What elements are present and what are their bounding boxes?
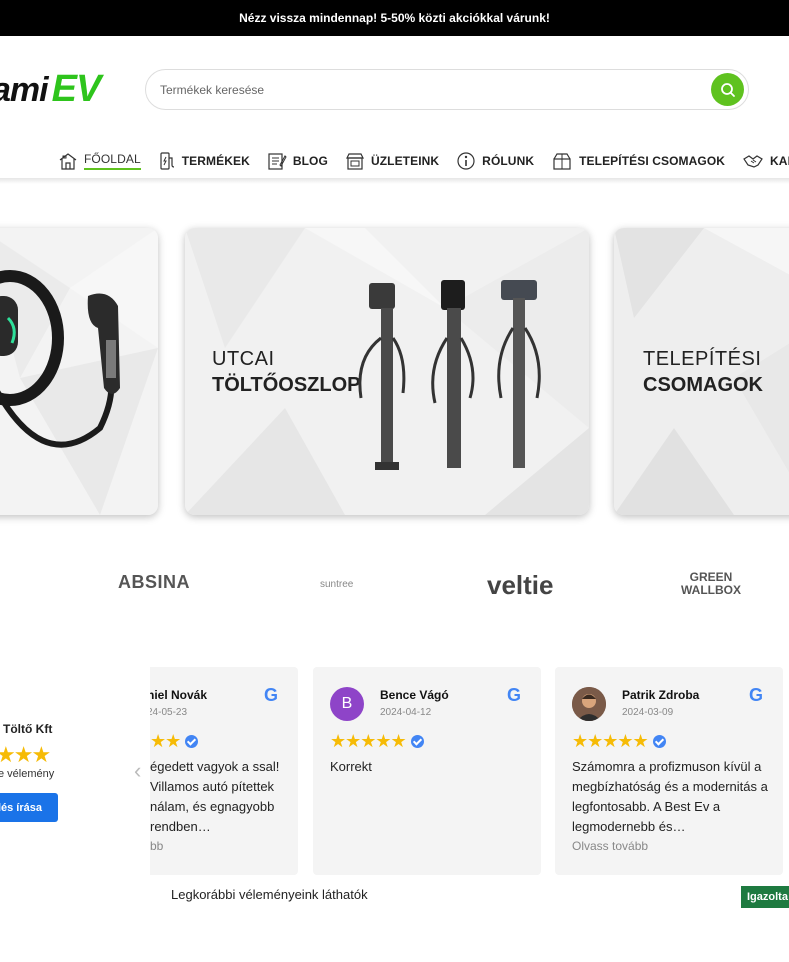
nav-item-contact[interactable]: KAPCSOLAT [742, 151, 789, 171]
reviewer-name: Bence Vágó [380, 688, 449, 702]
verified-check-icon [652, 735, 666, 748]
review-carousel: niel Novák 24-05-23 G ★★ égedett vagyok … [150, 667, 789, 875]
promo-text: Nézz vissza mindennap! 5-50% közti akció… [239, 11, 550, 25]
verified-check-icon [410, 735, 424, 748]
nav-label: TERMÉKEK [181, 154, 250, 168]
nav-label: TELEPÍTÉSI CSOMAGOK [579, 154, 726, 168]
store-icon [345, 153, 364, 170]
review-stars: ★★★★★ [330, 731, 424, 752]
banner-line2: TÖLTŐOSZLOP [212, 374, 361, 396]
reviewer-name: niel Novák [150, 688, 208, 702]
review-text: égedett vagyok a ssal! Villamos autó pít… [150, 759, 280, 834]
info-icon [457, 152, 475, 170]
street-charger-image [358, 280, 541, 470]
nav-item-home[interactable]: FŐOLDAL [58, 151, 141, 171]
chevron-left-icon[interactable]: ‹ [134, 758, 141, 784]
main-nav: FŐOLDAL TERMÉKEK BLOG ÜZLETEINK RÓLUNK T… [58, 150, 789, 172]
brand-suntree: suntree [320, 579, 354, 590]
nav-label: FŐOLDAL [84, 152, 141, 170]
review-date: 2024-04-12 [380, 707, 432, 718]
review-count: e vélemény [0, 768, 55, 780]
banner-title: UTCAI TÖLTŐOSZLOP [212, 346, 361, 398]
review-text: Számomra a profizmuson kívül a megbízhat… [572, 759, 768, 834]
banner-line2: CSOMAGOK [643, 374, 763, 396]
nav-label: KAPCSOLAT [770, 154, 789, 168]
avatar-photo [572, 687, 606, 721]
write-review-button[interactable]: lés írása [0, 793, 58, 822]
banner-title: TELEPÍTÉSI CSOMAGOK [643, 346, 763, 398]
reviews-footnote: Legkorábbi véleményeink láthatók [171, 887, 368, 902]
review-stars: ★★ [150, 731, 199, 752]
google-icon: G [263, 685, 278, 705]
stars-text: ★★ [150, 731, 181, 751]
review-text: Korrekt [330, 759, 372, 774]
nav-item-blog[interactable]: BLOG [267, 151, 328, 171]
stars-text: ★★★★★ [330, 731, 407, 751]
nav-item-stores[interactable]: ÜZLETEINK [345, 151, 439, 171]
blog-icon [268, 153, 287, 170]
search-icon [720, 82, 735, 97]
review-date: 2024-03-09 [622, 707, 674, 718]
home-icon [59, 153, 77, 170]
brand-green-wallbox: GREEN WALLBOX [676, 571, 746, 597]
charger-icon [160, 152, 174, 170]
reviewer-name: Patrik Zdroba [622, 688, 700, 702]
review-stars: ★★★★★ [572, 731, 666, 752]
logo-word: ami [0, 71, 49, 109]
nav-item-products[interactable]: TERMÉKEK [158, 151, 250, 171]
nav-label: ÜZLETEINK [370, 154, 440, 168]
review-card: niel Novák 24-05-23 G ★★ égedett vagyok … [150, 667, 298, 875]
search-button[interactable] [711, 73, 744, 106]
google-icon: G [506, 685, 521, 705]
search-bar [145, 69, 749, 110]
review-card: Patrik Zdroba 2024-03-09 G ★★★★★ Számomr… [555, 667, 783, 875]
google-icon: G [748, 685, 763, 705]
stars-text: ★★★★★ [572, 731, 649, 751]
avatar: B [330, 687, 364, 721]
banner-line1: TELEPÍTÉSI [643, 348, 762, 370]
banner-street-charger[interactable]: UTCAI TÖLTŐOSZLOP [185, 228, 589, 515]
summary-stars: ★★★ [0, 742, 51, 767]
read-more-link[interactable]: Olvass tovább [572, 839, 648, 853]
nav-item-about[interactable]: RÓLUNK [456, 151, 534, 171]
read-more-link[interactable]: bb [150, 839, 163, 853]
brand-wallbox-text: WALLBOX [681, 583, 741, 597]
logo[interactable]: amiEV [0, 68, 102, 111]
promo-bar: Nézz vissza mindennap! 5-50% közti akció… [0, 0, 789, 36]
review-date: 24-05-23 [150, 707, 188, 718]
brand-veltie: veltie [487, 570, 554, 600]
nav-divider [0, 178, 789, 184]
page: Nézz vissza mindennap! 5-50% közti akció… [0, 0, 789, 962]
verified-badge: Igazolta [741, 886, 789, 908]
logo-ev: EV [51, 68, 102, 110]
wallbox-charger-image [0, 270, 120, 448]
banner-install-packages[interactable]: TELEPÍTÉSI CSOMAGOK [614, 228, 789, 515]
nav-label: BLOG [292, 154, 328, 168]
banner-line1: UTCAI [212, 348, 275, 370]
handshake-icon [743, 155, 763, 168]
company-name: Töltő Kft [3, 722, 53, 736]
search-input[interactable] [160, 81, 680, 99]
nav-item-install-packages[interactable]: TELEPÍTÉSI CSOMAGOK [551, 151, 725, 171]
verified-check-icon [185, 735, 199, 748]
banner-home-charger[interactable] [0, 228, 158, 515]
nav-label: RÓLUNK [482, 154, 535, 168]
avatar [572, 687, 606, 721]
review-card: B Bence Vágó 2024-04-12 G ★★★★★ Korrekt [313, 667, 541, 875]
brand-absina: ABSINA [118, 572, 191, 592]
package-icon [553, 153, 571, 170]
